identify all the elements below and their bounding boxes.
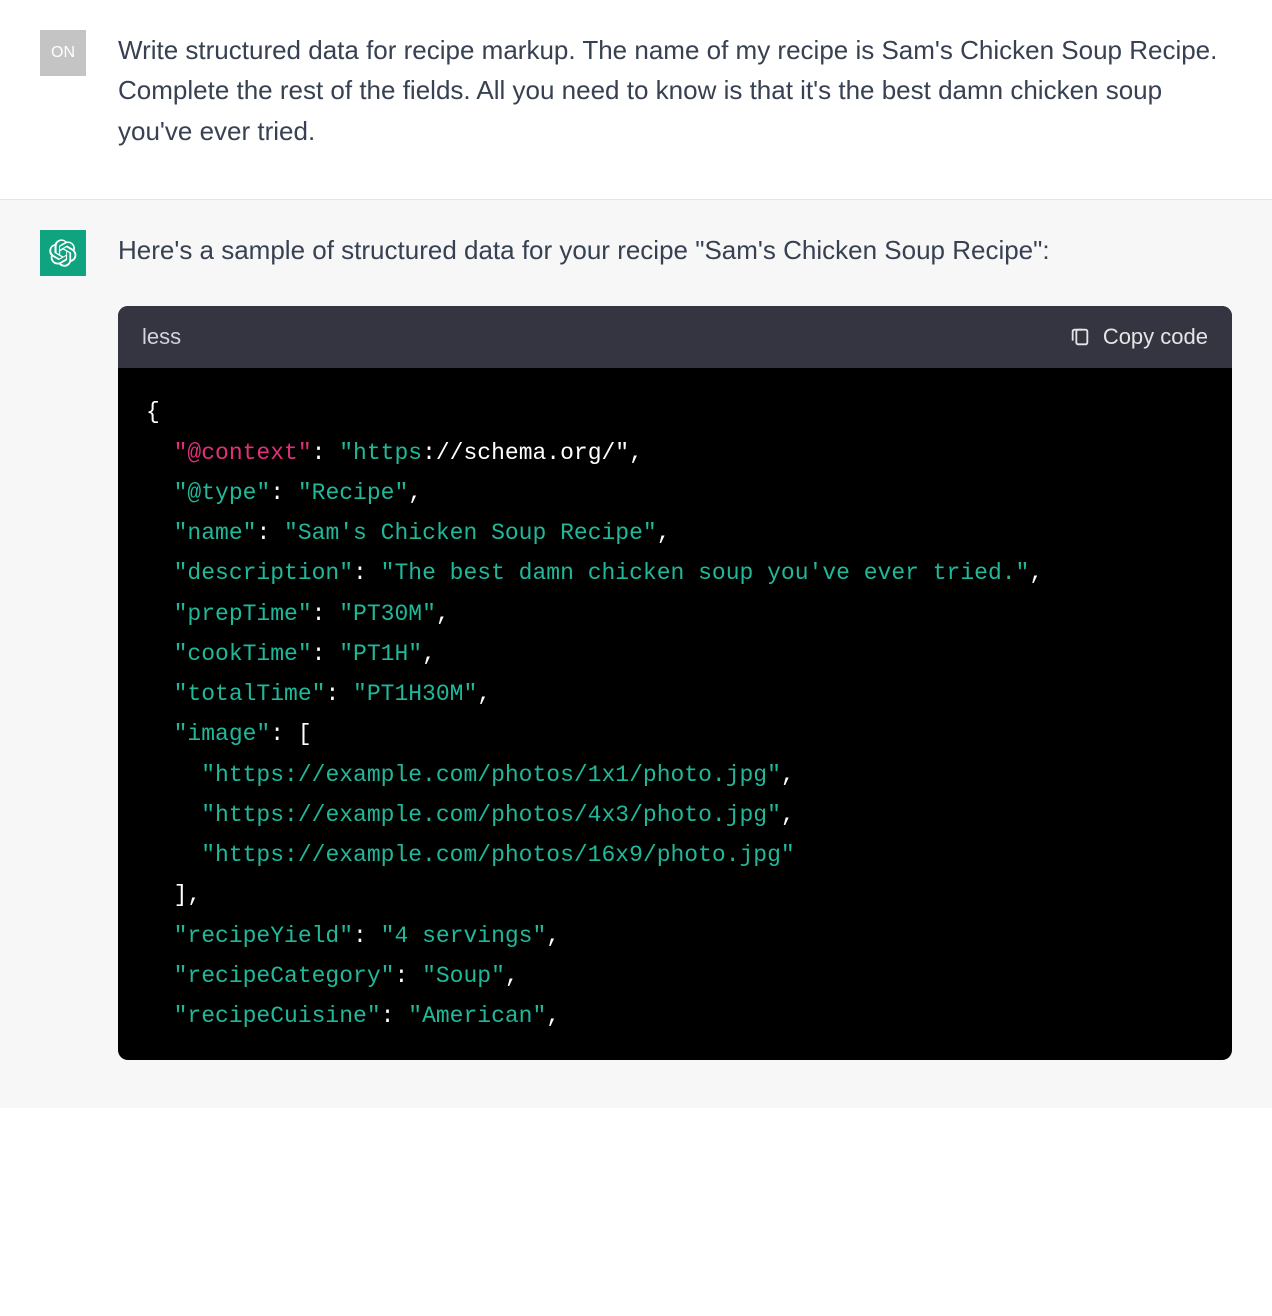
copy-code-button[interactable]: Copy code <box>1069 320 1208 354</box>
code-language-label: less <box>142 320 181 354</box>
user-message-text: Write structured data for recipe markup.… <box>118 30 1232 151</box>
code-block-header: less Copy code <box>118 306 1232 368</box>
user-avatar: ON <box>40 30 86 76</box>
assistant-message-content: Here's a sample of structured data for y… <box>118 230 1232 1060</box>
clipboard-icon <box>1069 326 1091 348</box>
assistant-intro-text: Here's a sample of structured data for y… <box>118 230 1232 270</box>
assistant-avatar <box>40 230 86 276</box>
code-block: less Copy code { "@context": "https://sc… <box>118 306 1232 1060</box>
user-message-row: ON Write structured data for recipe mark… <box>0 0 1272 200</box>
user-avatar-label: ON <box>51 44 75 62</box>
openai-logo-icon <box>49 239 77 267</box>
copy-code-label: Copy code <box>1103 320 1208 354</box>
code-body[interactable]: { "@context": "https://schema.org/", "@t… <box>118 368 1232 1060</box>
assistant-message-row: Here's a sample of structured data for y… <box>0 200 1272 1108</box>
